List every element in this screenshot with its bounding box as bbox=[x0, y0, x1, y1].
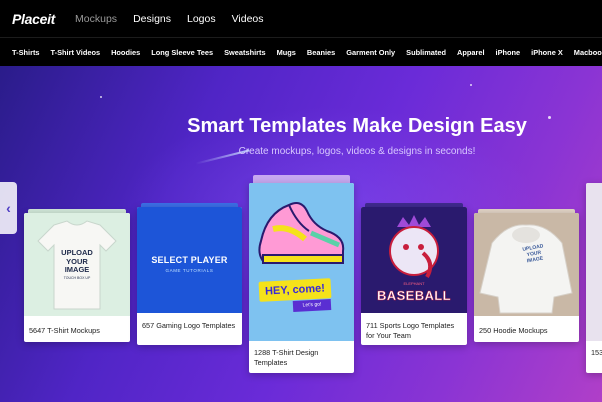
tee-small-text: TOUCH BOX UP bbox=[63, 276, 91, 280]
partial-card-thumbnail bbox=[586, 183, 602, 341]
hoodie-icon bbox=[479, 224, 573, 314]
category-long-sleeve-tees[interactable]: Long Sleeve Tees bbox=[151, 48, 213, 57]
template-card-t-shirt-mockups[interactable]: UPLOAD YOUR IMAGE TOUCH BOX UP 5647 T-Sh… bbox=[24, 213, 130, 342]
nav-logos[interactable]: Logos bbox=[187, 13, 216, 25]
category-garment-only[interactable]: Garment Only bbox=[346, 48, 395, 57]
hey-come-banner: HEY, come! bbox=[258, 278, 332, 302]
sparkle bbox=[100, 96, 102, 98]
category-sublimated[interactable]: Sublimated bbox=[406, 48, 446, 57]
lets-go-tag: Let's go! bbox=[292, 299, 332, 312]
tee-upload-text: UPLOAD YOUR IMAGE bbox=[61, 248, 93, 274]
category-sweatshirts[interactable]: Sweatshirts bbox=[224, 48, 266, 57]
card-caption: 711 Sports Logo Templates for Your Team bbox=[366, 321, 455, 340]
card-caption: 5647 T-Shirt Mockups bbox=[29, 326, 100, 335]
sports-logo-thumbnail: ELEPHANT BASEBALL bbox=[361, 207, 467, 313]
gaming-logo-thumbnail: SELECT PLAYER GAME TUTORIALS bbox=[137, 207, 242, 313]
hoodie-mockup-thumbnail: UPLOAD YOUR IMAGE bbox=[474, 213, 579, 316]
category-mugs[interactable]: Mugs bbox=[277, 48, 296, 57]
hero-headline: Smart Templates Make Design Easy bbox=[187, 115, 527, 137]
baseball-wordmark: BASEBALL bbox=[377, 288, 451, 303]
placeit-logo[interactable]: Placeit bbox=[12, 11, 55, 27]
template-card-t-shirt-design[interactable]: HEY, come! Let's go! 1288 T-Shirt Design… bbox=[249, 183, 354, 373]
elephant-mascot-icon bbox=[389, 215, 439, 278]
card-caption: 657 Gaming Logo Templates bbox=[142, 321, 236, 330]
card-caption: 250 Hoodie Mockups bbox=[479, 326, 548, 335]
template-card-partial[interactable]: 153 bbox=[586, 183, 602, 373]
card-caption: 153 bbox=[591, 348, 602, 357]
carousel-prev-button[interactable]: ‹ bbox=[0, 182, 17, 234]
nav-videos[interactable]: Videos bbox=[232, 13, 264, 25]
main-nav: Mockups Designs Logos Videos bbox=[75, 13, 263, 25]
category-t-shirts[interactable]: T-Shirts bbox=[12, 48, 40, 57]
category-beanies[interactable]: Beanies bbox=[307, 48, 335, 57]
t-shirt-design-thumbnail: HEY, come! Let's go! bbox=[249, 183, 354, 341]
category-apparel[interactable]: Apparel bbox=[457, 48, 485, 57]
card-caption: 1288 T-Shirt Design Templates bbox=[254, 348, 319, 367]
game-tutorials-subtitle: GAME TUTORIALS bbox=[165, 268, 214, 273]
category-t-shirt-videos[interactable]: T-Shirt Videos bbox=[51, 48, 101, 57]
hero-subline: Create mockups, logos, videos & designs … bbox=[238, 146, 476, 157]
category-bar: T-Shirts T-Shirt Videos Hoodies Long Sle… bbox=[0, 37, 602, 66]
select-player-title: SELECT PLAYER bbox=[151, 255, 228, 265]
category-macbooks[interactable]: Macbooks bbox=[574, 48, 602, 57]
category-iphone[interactable]: iPhone bbox=[496, 48, 521, 57]
nav-designs[interactable]: Designs bbox=[133, 13, 171, 25]
template-card-sports-logo[interactable]: ELEPHANT BASEBALL 711 Sports Logo Templa… bbox=[361, 207, 467, 345]
category-hoodies[interactable]: Hoodies bbox=[111, 48, 140, 57]
template-card-hoodie-mockups[interactable]: UPLOAD YOUR IMAGE 250 Hoodie Mockups bbox=[474, 213, 579, 342]
team-name-text: ELEPHANT bbox=[403, 281, 425, 286]
sparkle bbox=[470, 84, 472, 86]
category-iphone-x[interactable]: iPhone X bbox=[531, 48, 563, 57]
nav-mockups[interactable]: Mockups bbox=[75, 13, 117, 25]
t-shirt-mockup-thumbnail: UPLOAD YOUR IMAGE TOUCH BOX UP bbox=[24, 213, 130, 316]
chevron-left-icon: ‹ bbox=[6, 200, 11, 216]
sneaker-icon bbox=[258, 202, 345, 264]
template-card-gaming-logo[interactable]: SELECT PLAYER GAME TUTORIALS 657 Gaming … bbox=[137, 207, 242, 345]
top-bar: Placeit Mockups Designs Logos Videos bbox=[0, 0, 602, 37]
